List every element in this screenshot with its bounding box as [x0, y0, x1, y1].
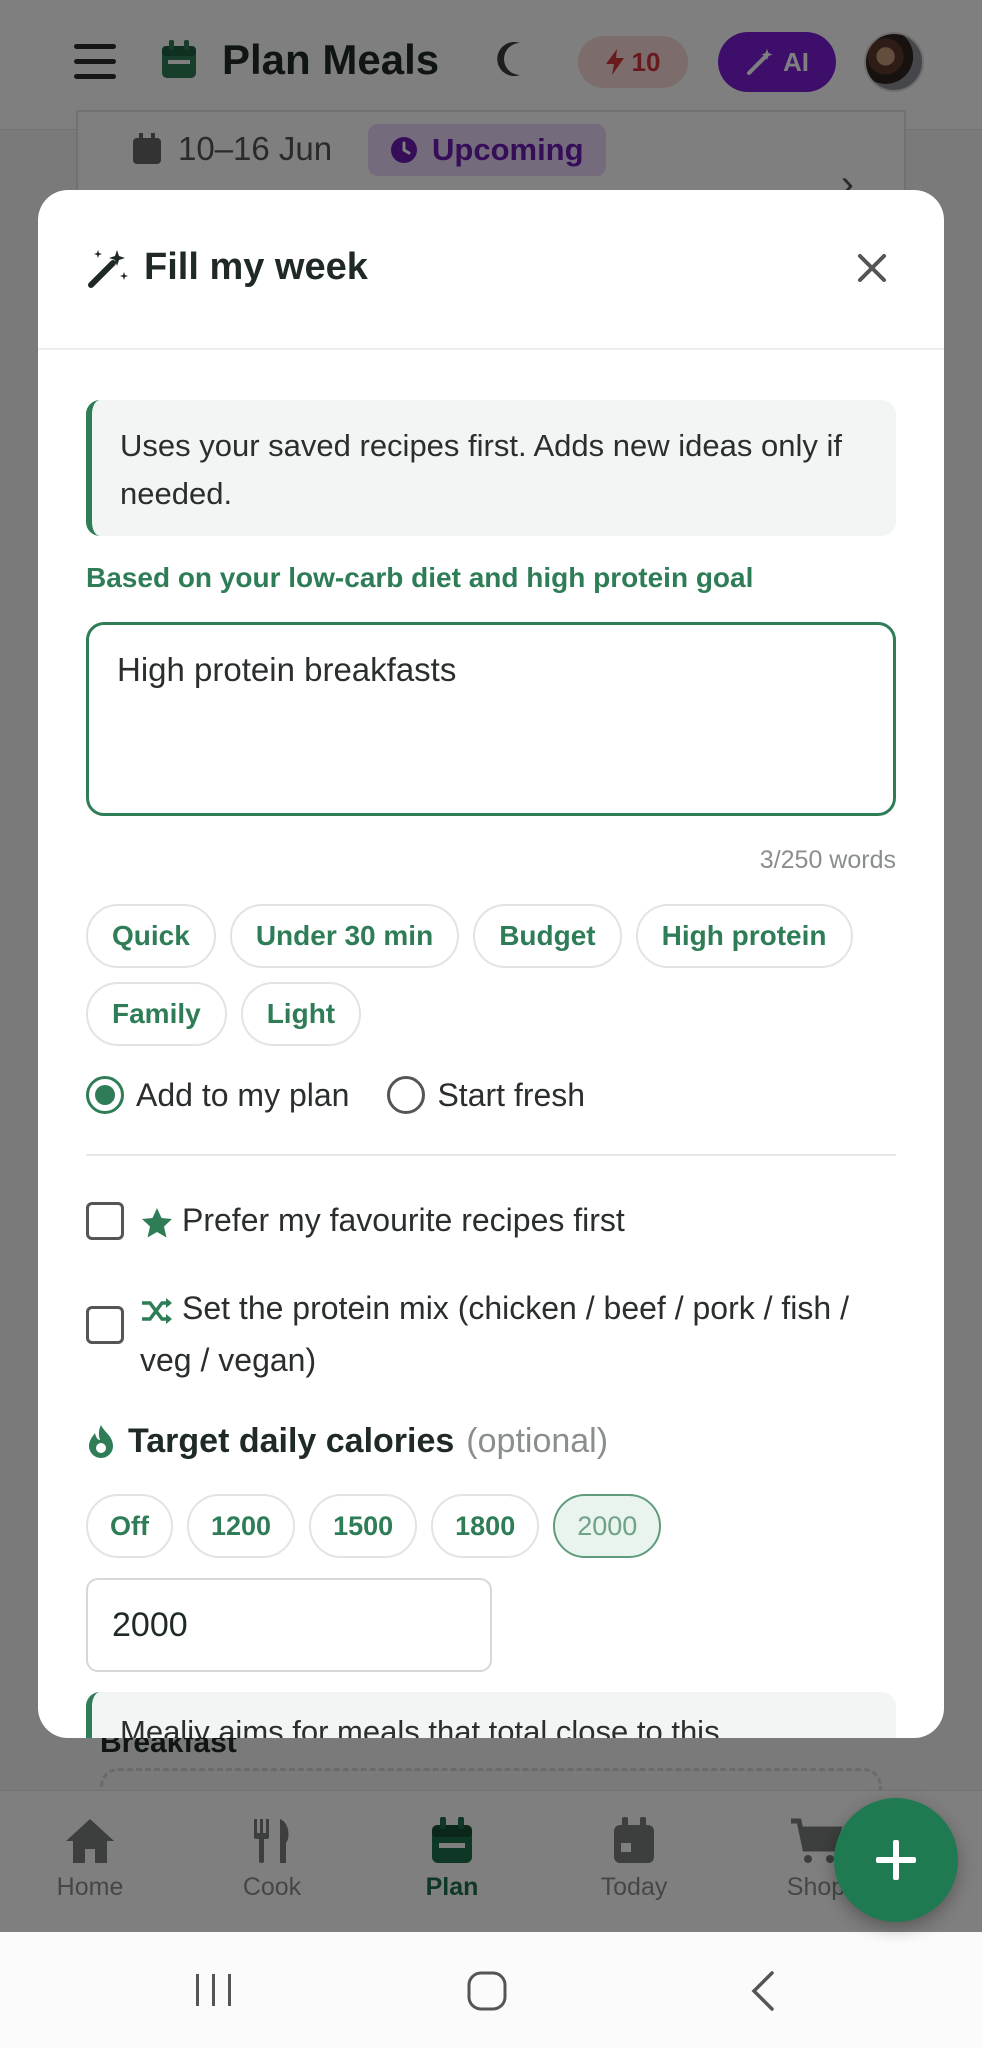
info-callout: Uses your saved recipes first. Adds new …: [86, 400, 896, 536]
home-button-icon[interactable]: [466, 1970, 508, 2017]
prompt-input[interactable]: High protein breakfasts: [86, 622, 896, 816]
optional-label: (optional): [466, 1422, 609, 1460]
chip-family[interactable]: Family: [86, 982, 227, 1046]
protein-mix-option[interactable]: Set the protein mix (chicken / beef / po…: [86, 1282, 880, 1386]
back-icon[interactable]: [746, 1970, 780, 2017]
calories-input[interactable]: 2000: [86, 1578, 492, 1672]
chip-high-protein[interactable]: High protein: [635, 904, 853, 968]
protein-mix-label: Set the protein mix (chicken / beef / po…: [140, 1290, 849, 1378]
suggestion-chips: Quick Under 30 min Budget High protein F…: [86, 904, 906, 1046]
calorie-chip-2000[interactable]: 2000: [553, 1494, 662, 1558]
divider: [86, 1154, 896, 1156]
radio-label: Start fresh: [437, 1076, 586, 1113]
radio-selected[interactable]: [86, 1076, 124, 1114]
word-counter: 3/250 words: [759, 846, 896, 874]
calorie-chip-1800[interactable]: 1800: [431, 1494, 540, 1558]
radio-label: Add to my plan: [136, 1076, 350, 1113]
star-icon: [142, 1207, 172, 1238]
recents-icon[interactable]: [192, 1970, 236, 2015]
calories-note: Mealiy aims for meals that total close t…: [86, 1692, 896, 1738]
dialog-title: Fill my week: [144, 246, 368, 288]
radio-unselected[interactable]: [387, 1076, 426, 1114]
close-icon: [858, 254, 886, 282]
calorie-chip-1500[interactable]: 1500: [309, 1494, 418, 1558]
favourites-label: Prefer my favourite recipes first: [182, 1202, 625, 1238]
favourites-option[interactable]: Prefer my favourite recipes first: [86, 1194, 880, 1246]
protein-mix-checkbox[interactable]: [86, 1306, 124, 1344]
calorie-chip-off[interactable]: Off: [86, 1494, 173, 1558]
chip-light[interactable]: Light: [240, 982, 362, 1046]
radio-add-to-plan[interactable]: Add to my plan: [86, 1076, 349, 1114]
dialog-header: Fill my week: [38, 190, 944, 350]
calorie-chip-1200[interactable]: 1200: [186, 1494, 296, 1558]
system-navigation-bar: [0, 1932, 982, 2048]
magic-wand-icon: [86, 246, 130, 295]
fill-week-dialog: Fill my week Uses your saved recipes fir…: [38, 190, 944, 1738]
plan-mode-radio-group: Add to my plan Start fresh: [86, 1076, 585, 1114]
chip-budget[interactable]: Budget: [473, 904, 622, 968]
calories-heading: Target daily calories (optional): [86, 1422, 608, 1461]
shuffle-icon: [142, 1297, 172, 1324]
flame-icon: [89, 1424, 113, 1458]
add-fab-button[interactable]: [834, 1798, 958, 1922]
radio-start-fresh[interactable]: Start fresh: [387, 1076, 585, 1114]
favourites-checkbox[interactable]: [86, 1202, 124, 1240]
chip-under-30-min[interactable]: Under 30 min: [229, 904, 460, 968]
plus-icon: [876, 1840, 916, 1880]
diet-hint: Based on your low-carb diet and high pro…: [86, 562, 754, 593]
calories-label: Target daily calories: [128, 1422, 455, 1460]
calorie-presets: Off 1200 1500 1800 2000: [86, 1494, 662, 1558]
chip-quick[interactable]: Quick: [86, 904, 216, 968]
close-button[interactable]: [844, 240, 900, 296]
